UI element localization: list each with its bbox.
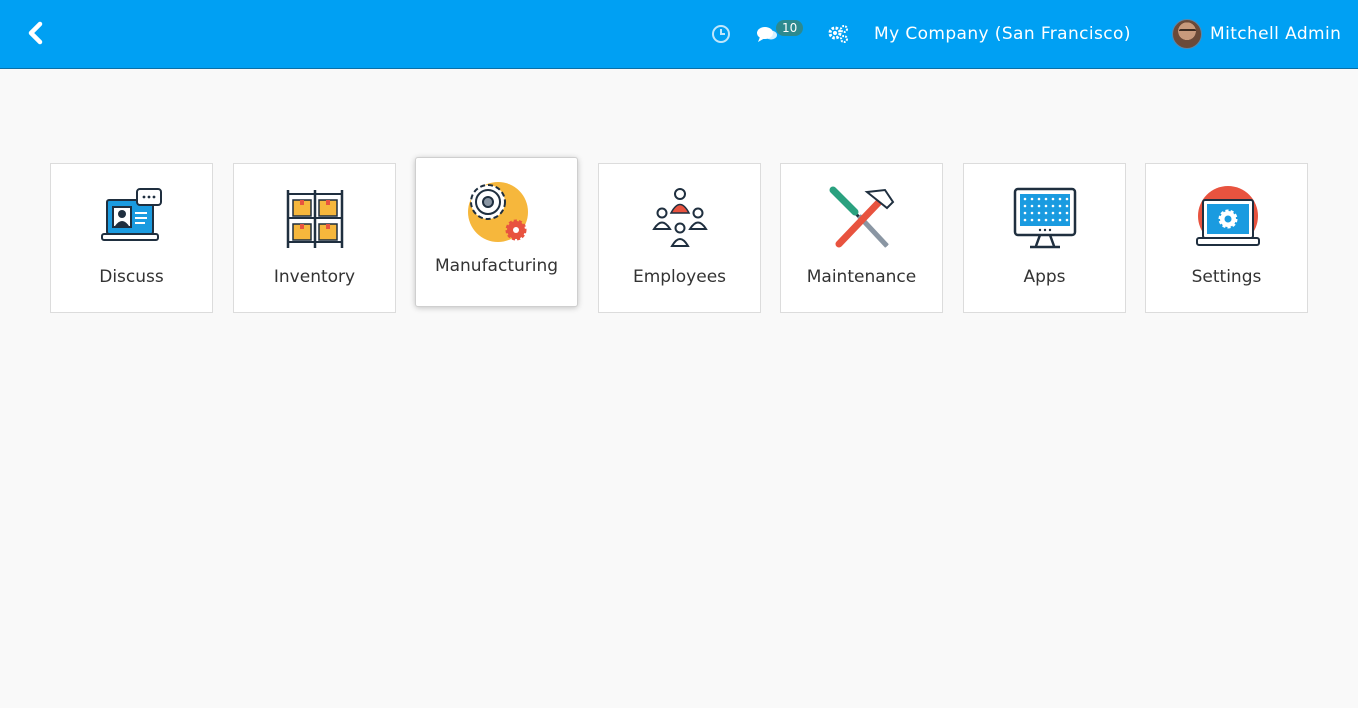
app-label-inventory: Inventory xyxy=(273,267,356,287)
maintenance-icon xyxy=(829,186,894,248)
app-label-employees: Employees xyxy=(632,267,727,287)
app-label-apps: Apps xyxy=(1023,267,1066,287)
app-label-manufacturing: Manufacturing xyxy=(434,256,559,276)
back-button[interactable] xyxy=(22,19,48,47)
manufacturing-icon xyxy=(467,182,528,242)
messages-button[interactable]: 10 xyxy=(756,0,804,68)
top-navbar: 10 My Company (San Francisco) Mitchell A… xyxy=(0,0,1358,69)
activity-button[interactable] xyxy=(711,0,731,68)
app-tile-manufacturing[interactable]: Manufacturing xyxy=(415,157,578,307)
debug-button[interactable] xyxy=(827,0,849,68)
user-name: Mitchell Admin xyxy=(1210,24,1342,44)
app-label-discuss: Discuss xyxy=(99,267,164,287)
chevron-left-icon xyxy=(28,21,43,45)
app-tile-inventory[interactable]: Inventory xyxy=(233,163,396,313)
app-label-settings: Settings xyxy=(1191,267,1262,287)
discuss-icon xyxy=(100,188,162,241)
app-tile-apps[interactable]: Apps xyxy=(963,163,1126,313)
messages-count-badge: 10 xyxy=(776,20,804,36)
app-tile-settings[interactable]: Settings xyxy=(1145,163,1308,313)
app-tile-employees[interactable]: Employees xyxy=(598,163,761,313)
app-tile-maintenance[interactable]: Maintenance xyxy=(780,163,943,313)
apps-icon xyxy=(1013,187,1076,249)
avatar xyxy=(1172,19,1202,49)
company-switcher[interactable]: My Company (San Francisco) xyxy=(874,0,1131,68)
employees-icon xyxy=(651,188,708,247)
settings-icon xyxy=(1195,186,1260,246)
app-label-maintenance: Maintenance xyxy=(806,267,917,287)
gears-icon xyxy=(828,25,848,43)
app-tile-discuss[interactable]: Discuss xyxy=(50,163,213,313)
inventory-icon xyxy=(286,190,343,248)
user-menu[interactable]: Mitchell Admin xyxy=(1172,0,1341,68)
clock-icon xyxy=(712,25,730,43)
chat-icon xyxy=(757,27,777,42)
